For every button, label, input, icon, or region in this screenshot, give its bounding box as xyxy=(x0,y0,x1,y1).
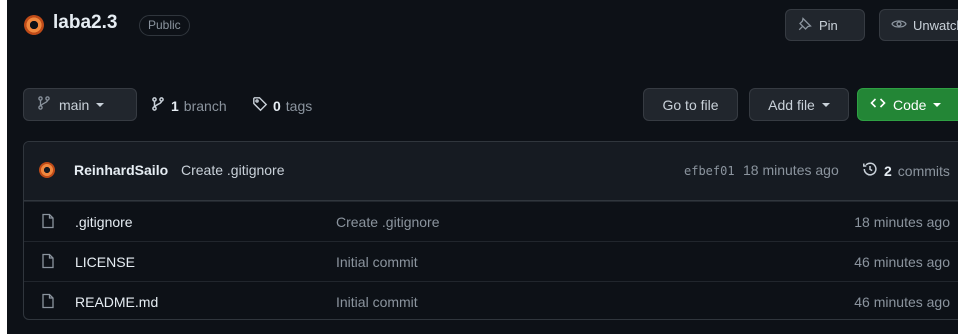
add-file-button[interactable]: Add file xyxy=(749,88,849,121)
go-to-file-button[interactable]: Go to file xyxy=(643,88,738,121)
file-age: 18 minutes ago xyxy=(854,214,950,230)
file-row[interactable]: .gitignore Create .gitignore 18 minutes … xyxy=(24,201,958,241)
branch-count: 1 xyxy=(171,97,179,114)
tag-count: 0 xyxy=(273,97,281,114)
file-icon xyxy=(40,253,56,274)
repo-page: laba2.3 Public Pin Unwatch xyxy=(7,0,958,334)
avatar[interactable] xyxy=(39,162,55,178)
file-age: 46 minutes ago xyxy=(854,254,950,270)
add-file-label: Add file xyxy=(768,96,815,113)
branch-word: branch xyxy=(183,97,227,114)
commit-time: 18 minutes ago xyxy=(743,162,839,178)
file-commit-message[interactable]: Create .gitignore xyxy=(336,214,440,230)
file-commit-message[interactable]: Initial commit xyxy=(336,294,418,310)
chevron-down-icon xyxy=(821,102,830,107)
history-icon xyxy=(862,161,878,180)
unwatch-button[interactable]: Unwatch xyxy=(879,9,958,41)
branches-link[interactable]: 1 branch xyxy=(150,96,227,115)
file-name[interactable]: README.md xyxy=(75,294,158,310)
file-name[interactable]: LICENSE xyxy=(75,254,135,270)
chevron-down-icon xyxy=(933,102,942,107)
file-name[interactable]: .gitignore xyxy=(75,214,133,230)
file-age: 46 minutes ago xyxy=(854,294,950,310)
visibility-badge: Public xyxy=(139,15,190,36)
branch-name: main xyxy=(59,96,90,113)
git-branch-icon xyxy=(150,96,166,115)
tag-word: tags xyxy=(285,97,313,114)
pin-button[interactable]: Pin xyxy=(785,9,865,41)
commit-message[interactable]: Create .gitignore xyxy=(181,162,285,178)
repo-name[interactable]: laba2.3 xyxy=(53,12,117,34)
commits-link[interactable]: 2 commits xyxy=(862,161,950,180)
file-icon xyxy=(40,293,56,314)
unwatch-label: Unwatch xyxy=(913,17,958,33)
branch-select[interactable]: main xyxy=(23,88,137,121)
file-row[interactable]: LICENSE Initial commit 46 minutes ago xyxy=(24,241,958,281)
code-button[interactable]: Code xyxy=(857,88,958,121)
commit-word: commits xyxy=(897,162,950,179)
chevron-down-icon xyxy=(96,102,105,107)
pin-icon xyxy=(797,16,813,35)
repo-header: laba2.3 Public Pin Unwatch xyxy=(7,0,958,56)
pin-label: Pin xyxy=(819,17,838,33)
commit-hash[interactable]: efbef01 xyxy=(684,164,735,178)
tag-icon xyxy=(252,96,268,115)
file-icon xyxy=(40,213,56,234)
file-row[interactable]: README.md Initial commit 46 minutes ago xyxy=(24,281,958,319)
code-label: Code xyxy=(893,96,927,113)
code-icon xyxy=(870,95,886,114)
commit-author[interactable]: ReinhardSailo xyxy=(74,162,168,178)
repo-avatar-icon xyxy=(24,15,44,35)
eye-icon xyxy=(891,16,907,35)
commit-count: 2 xyxy=(884,162,892,179)
file-commit-message[interactable]: Initial commit xyxy=(336,254,418,270)
latest-commit-bar: ReinhardSailo Create .gitignore efbef01 … xyxy=(24,142,958,201)
git-branch-icon xyxy=(36,95,52,114)
file-list: ReinhardSailo Create .gitignore efbef01 … xyxy=(23,141,958,320)
tags-link[interactable]: 0 tags xyxy=(252,96,312,115)
repo-toolbar: main 1 branch 0 tags Go to file Add file… xyxy=(7,88,958,122)
